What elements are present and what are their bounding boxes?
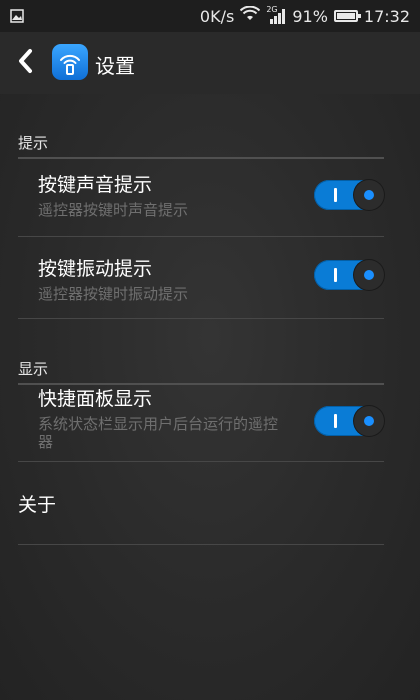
about-item[interactable]: 关于	[18, 490, 56, 517]
setting-summary: 遥控器按键时声音提示	[38, 201, 189, 219]
toggle-dot	[364, 190, 374, 200]
toggle-on-indicator	[334, 268, 337, 282]
section-divider	[18, 157, 384, 159]
row-divider	[18, 236, 384, 237]
toggle-knob	[354, 260, 384, 290]
remote-wifi-icon	[52, 44, 88, 80]
back-button[interactable]	[10, 48, 40, 78]
battery-percent: 91%	[292, 6, 328, 26]
toggle-on-indicator	[334, 414, 337, 428]
toggle-dot	[364, 416, 374, 426]
section-header-label: 提示	[18, 134, 49, 152]
signal-icon: 2G	[266, 5, 286, 25]
row-divider	[18, 461, 384, 462]
setting-row-key-vibration[interactable]: 按键振动提示 遥控器按键时振动提示	[18, 254, 384, 320]
row-divider	[18, 318, 384, 319]
status-bar: 0K/s 2G 91% 17:32	[0, 0, 420, 32]
image-notification-icon	[10, 8, 24, 23]
setting-summary: 系统状态栏显示用户后台运行的遥控器	[38, 415, 279, 451]
section-header-hints: 提示	[18, 132, 384, 159]
setting-summary: 遥控器按键时振动提示	[38, 285, 189, 303]
wifi-icon	[240, 5, 261, 26]
key-vibration-toggle[interactable]	[314, 260, 384, 290]
chevron-left-icon	[15, 48, 35, 78]
toggle-knob	[354, 406, 384, 436]
quick-panel-toggle[interactable]	[314, 406, 384, 436]
app-bar: 设置	[0, 32, 420, 95]
toggle-knob	[354, 180, 384, 210]
section-header-label: 显示	[18, 360, 49, 378]
toggle-dot	[364, 270, 374, 280]
toggle-on-indicator	[334, 188, 337, 202]
setting-row-key-sound[interactable]: 按键声音提示 遥控器按键时声音提示	[18, 170, 384, 237]
battery-level-fill	[336, 13, 356, 19]
section-header-display: 显示	[18, 358, 384, 385]
clock: 17:32	[363, 6, 410, 26]
page-title: 设置	[95, 54, 135, 78]
settings-content: 提示 按键声音提示 遥控器按键时声音提示 按键振动提示 遥控器按键时振动提示 显…	[0, 94, 420, 700]
battery-icon	[333, 10, 361, 22]
setting-row-quick-panel[interactable]: 快捷面板显示 系统状态栏显示用户后台运行的遥控器	[18, 384, 384, 462]
network-speed: 0K/s	[199, 6, 235, 26]
row-divider	[18, 544, 384, 545]
key-sound-toggle[interactable]	[314, 180, 384, 210]
